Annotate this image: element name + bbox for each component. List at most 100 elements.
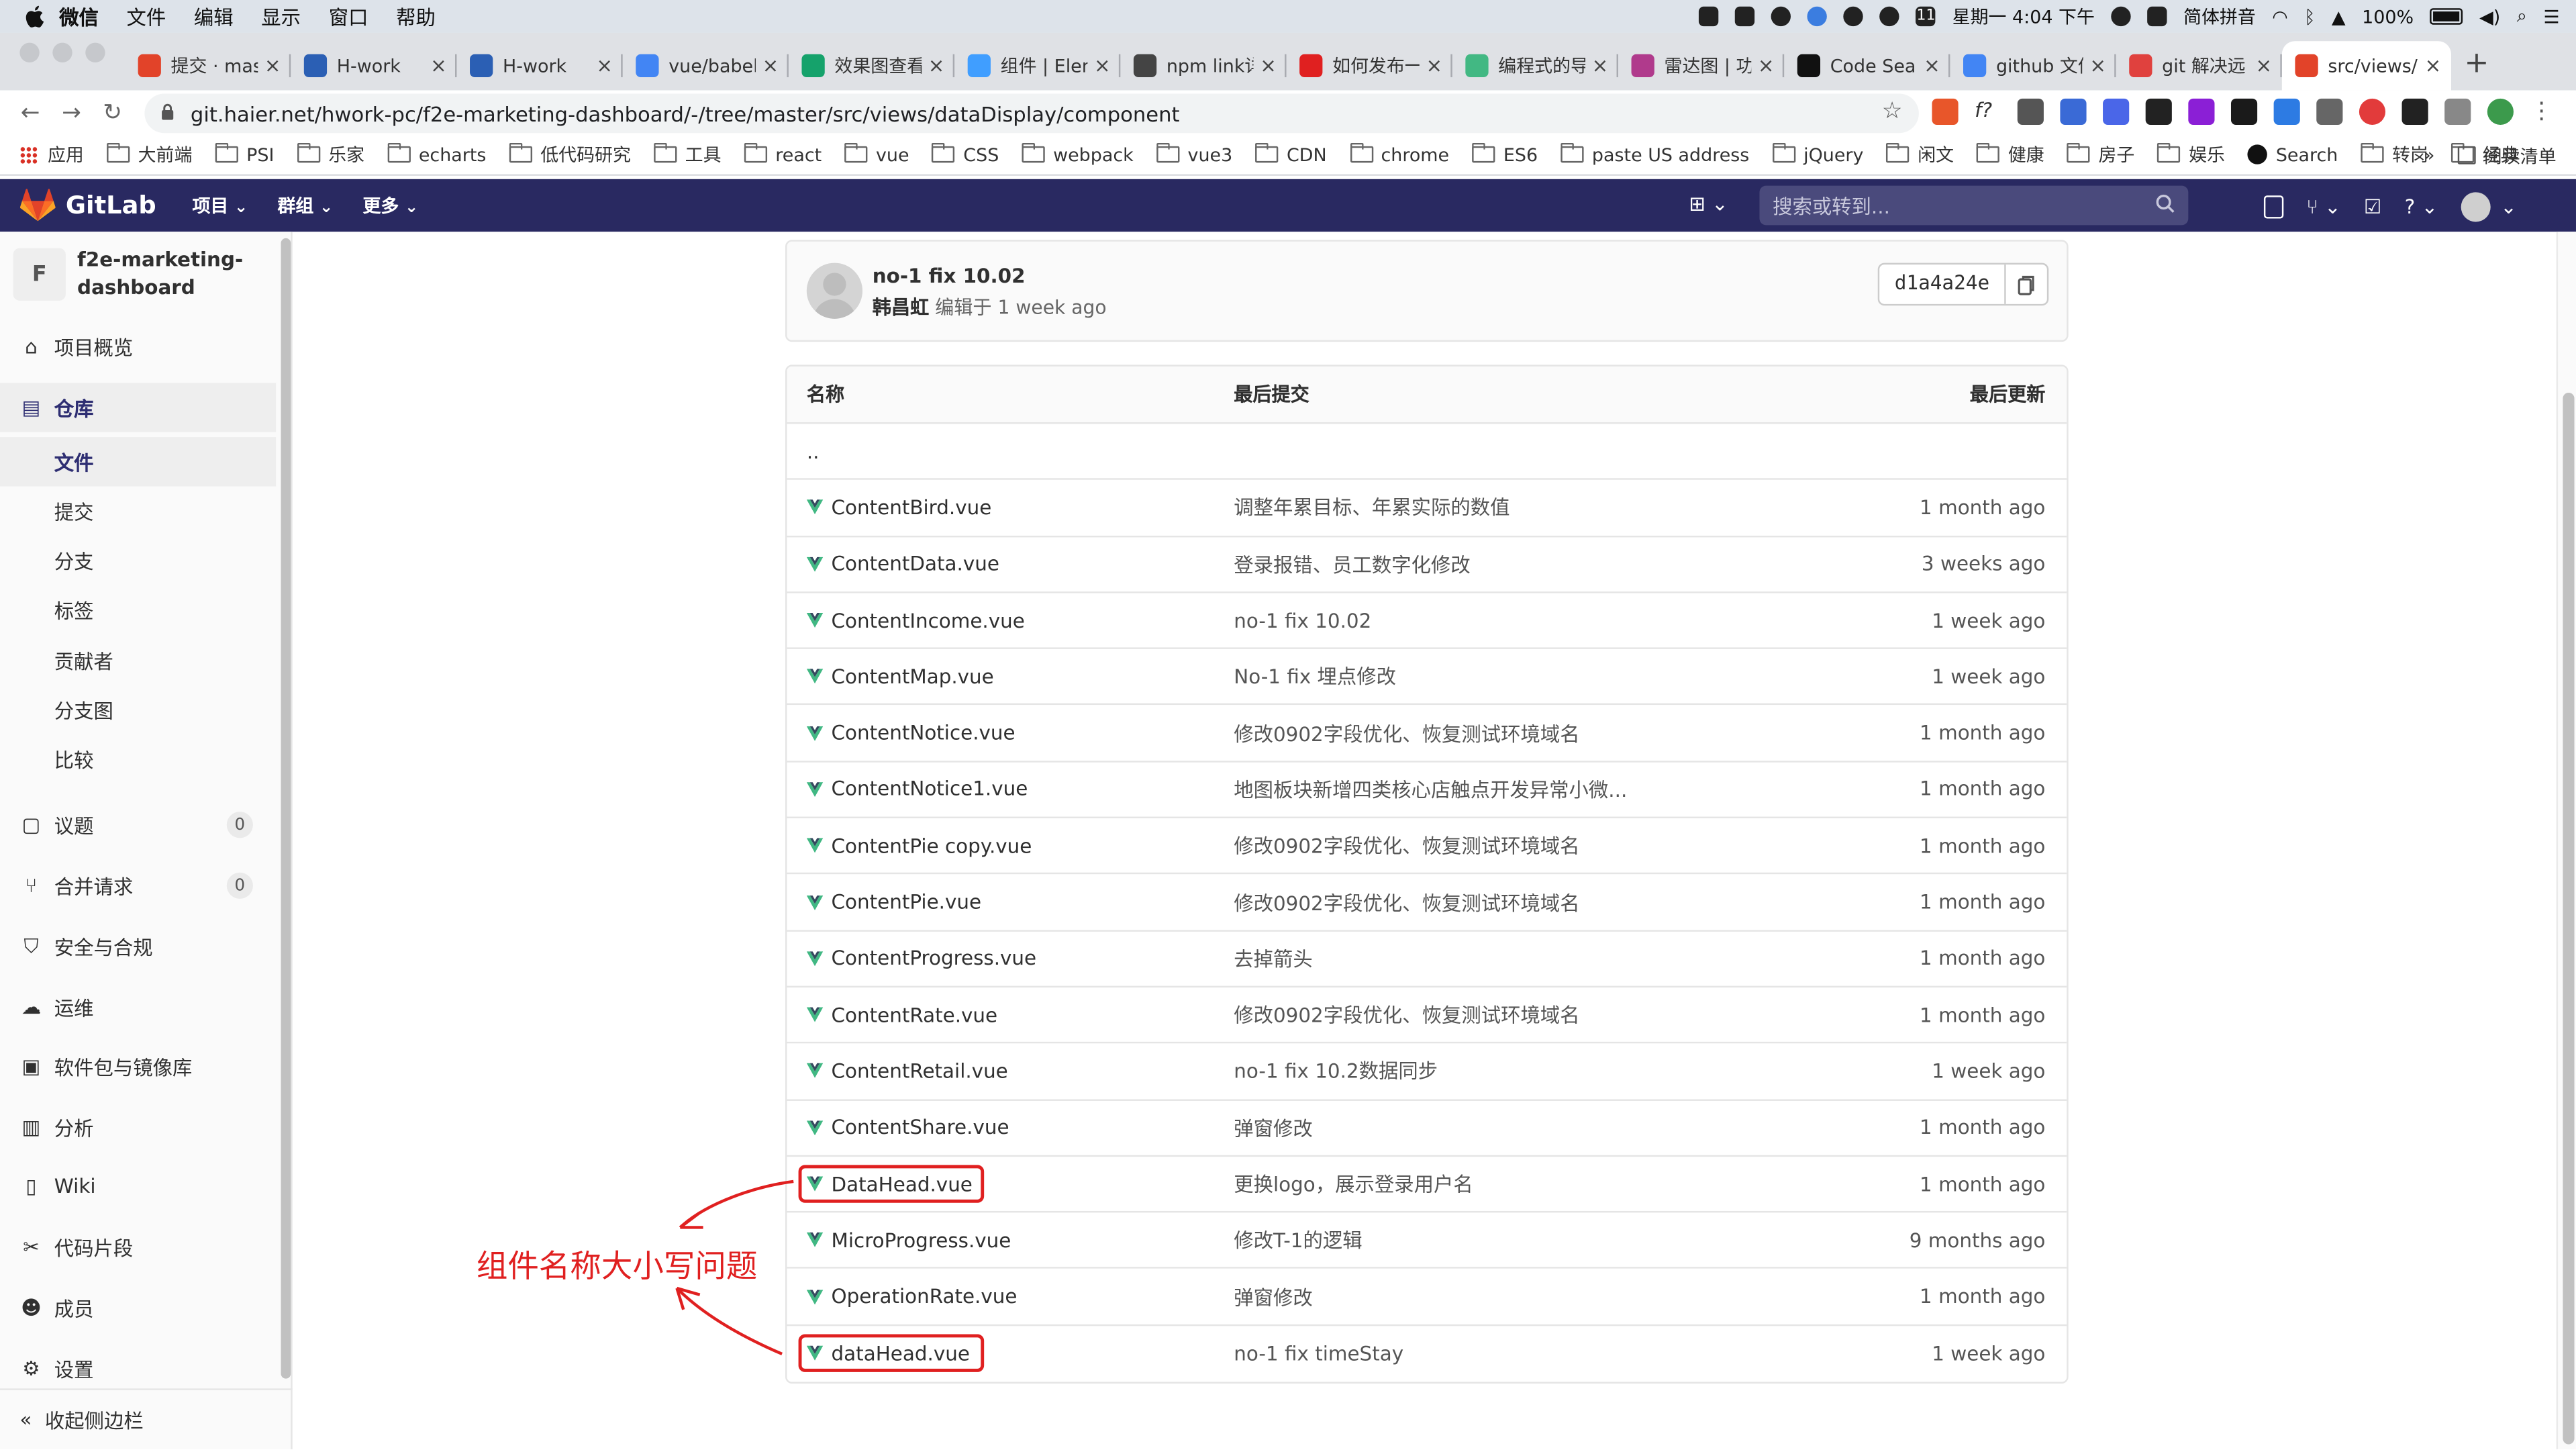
new-item-plus-icon[interactable]: ⊞ ⌄	[1689, 192, 1728, 215]
apple-icon[interactable]	[23, 5, 46, 28]
browser-tab[interactable]: 效果图查看 ×	[789, 41, 955, 90]
close-tab-icon[interactable]: ×	[1592, 54, 1609, 77]
new-tab-button[interactable]: +	[2465, 46, 2489, 81]
extension-icon[interactable]	[2103, 98, 2130, 126]
user-menu[interactable]: ⌄	[2461, 192, 2517, 222]
file-name-link[interactable]: ContentIncome.vue	[832, 609, 1025, 632]
table-row[interactable]: ContentRetail.vue no-1 fix 10.2数据同步 1 week…	[787, 1044, 2067, 1100]
todos-nav-icon[interactable]: ☑	[2364, 195, 2381, 218]
file-name-cell[interactable]: ContentShare.vue	[806, 1116, 1009, 1139]
sidebar-project-header[interactable]: F f2e-marketing- dashboard	[13, 248, 243, 303]
file-name-cell[interactable]: ContentProgress.vue	[806, 947, 1036, 970]
table-row[interactable]: ContentNotice.vue 修改0902字段优化、恢复测试环境域名 1 mo…	[787, 706, 2067, 763]
sidebar-item[interactable]: 贡献者	[0, 636, 276, 685]
bookmark-item[interactable]: vue3	[1156, 142, 1232, 165]
file-name-cell[interactable]: ContentNotice1.vue	[806, 778, 1028, 801]
table-row[interactable]: ContentRate.vue 修改0902字段优化、恢复测试环境域名 1 mont…	[787, 987, 2067, 1044]
status-app-icon[interactable]	[1699, 6, 1720, 27]
close-tab-icon[interactable]: ×	[1426, 54, 1442, 77]
menu-file[interactable]: 文件	[127, 3, 166, 31]
bookmark-item[interactable]: 闲文	[1886, 142, 1954, 168]
status-app-icon[interactable]	[1880, 6, 1900, 27]
commit-title[interactable]: no-1 fix 10.02	[873, 264, 1026, 287]
file-name-link[interactable]: ContentNotice1.vue	[832, 778, 1028, 801]
bookmarks-overflow[interactable]: »	[2424, 144, 2434, 166]
commit-author[interactable]: 韩昌虹	[873, 296, 929, 319]
airplay-icon[interactable]: ▲	[2332, 6, 2346, 28]
copy-sha-button[interactable]	[2006, 264, 2047, 304]
last-commit-link[interactable]: No-1 fix 埋点修改	[1234, 663, 1396, 691]
more-vert-icon[interactable]: ⋮	[2530, 99, 2553, 125]
file-name-cell[interactable]: ContentPie.vue	[806, 891, 981, 914]
browser-tab[interactable]: 如何发布一 ×	[1287, 41, 1452, 90]
browser-tab[interactable]: 提交 · mas ×	[125, 41, 291, 90]
status-app-icon[interactable]	[1807, 6, 1828, 27]
control-center-icon[interactable]: ☰	[2543, 6, 2559, 28]
status-app-icon[interactable]	[1735, 6, 1755, 27]
nav-projects-dropdown[interactable]: 项目	[192, 192, 248, 218]
sidebar-item[interactable]: 比较	[0, 734, 276, 783]
browser-tab[interactable]: git 解决远 ×	[2116, 41, 2282, 90]
status-app-icon[interactable]	[1771, 6, 1791, 27]
input-method-label[interactable]: 简体拼音	[2183, 3, 2256, 30]
datetime[interactable]: 星期一 4:04 下午	[1952, 3, 2095, 30]
wechat-icon[interactable]	[2111, 6, 2131, 27]
close-tab-icon[interactable]: ×	[1094, 54, 1111, 77]
issues-nav-icon[interactable]	[2263, 195, 2283, 219]
table-row[interactable]: MicroProgress.vue 修改T-1的逻辑 9 months ago	[787, 1213, 2067, 1269]
commit-author-avatar[interactable]	[806, 262, 863, 319]
menu-edit[interactable]: 编辑	[194, 3, 234, 31]
close-tab-icon[interactable]: ×	[430, 54, 447, 77]
parent-directory-row[interactable]: ..	[787, 424, 2067, 481]
nav-groups-dropdown[interactable]: 群组	[277, 192, 333, 218]
menu-help[interactable]: 帮助	[396, 3, 436, 31]
table-row[interactable]: ContentPie.vue 修改0902字段优化、恢复测试环境域名 1 month…	[787, 875, 2067, 932]
bluetooth-icon[interactable]: ᛒ	[2304, 6, 2315, 28]
last-commit-link[interactable]: 弹窗修改	[1234, 1283, 1313, 1311]
table-row[interactable]: ContentBird.vue 调整年累目标、年累实际的数值 1 month ago	[787, 480, 2067, 537]
bookmark-item[interactable]: CSS	[932, 142, 999, 165]
last-commit-link[interactable]: 弹窗修改	[1234, 1114, 1313, 1142]
bookmark-item[interactable]: 乐家	[297, 142, 364, 168]
bookmark-item[interactable]: ES6	[1472, 142, 1538, 165]
bookmark-star-icon[interactable]: ☆	[1882, 99, 1903, 125]
bookmark-item[interactable]: jQuery	[1772, 142, 1863, 165]
table-row[interactable]: DataHead.vue 更换logo，展示登录用户名 1 month ago	[787, 1157, 2067, 1213]
bookmark-item[interactable]: Search	[2248, 144, 2338, 165]
sidebar-item[interactable]: 标签	[0, 585, 276, 634]
battery-icon[interactable]	[2430, 8, 2463, 25]
table-row[interactable]: ContentNotice1.vue 地图板块新增四类核心店触点开发异常小微...…	[787, 762, 2067, 819]
extension-icon[interactable]	[2017, 98, 2044, 126]
sidebar-item[interactable]: ⛉ 安全与合规	[0, 922, 276, 971]
file-name-link[interactable]: ContentNotice.vue	[832, 722, 1015, 744]
sidebar-item[interactable]: ▢ 议题 0	[0, 800, 276, 849]
last-commit-link[interactable]: 修改0902字段优化、恢复测试环境域名	[1234, 888, 1579, 916]
nav-more-dropdown[interactable]: 更多	[362, 192, 418, 218]
extension-icon[interactable]	[2401, 98, 2428, 126]
last-commit-link[interactable]: 修改0902字段优化、恢复测试环境域名	[1234, 719, 1579, 747]
extension-icon[interactable]	[2060, 98, 2087, 126]
browser-tab[interactable]: H-work ×	[291, 41, 457, 90]
file-name-cell[interactable]: ContentIncome.vue	[806, 609, 1025, 632]
back-arrow-icon[interactable]: ←	[10, 99, 51, 126]
bookmark-item[interactable]: 工具	[654, 142, 722, 168]
file-name-cell[interactable]: ContentData.vue	[806, 552, 999, 575]
table-row[interactable]: ContentPie copy.vue 修改0902字段优化、恢复测试环境域名 1 …	[787, 818, 2067, 875]
table-row[interactable]: OperationRate.vue 弹窗修改 1 month ago	[787, 1269, 2067, 1326]
file-name-link[interactable]: ContentData.vue	[832, 552, 999, 575]
commit-sha-button[interactable]: d1a4a24e	[1880, 264, 2006, 304]
close-window-button[interactable]	[19, 42, 40, 62]
extension-icon[interactable]	[2273, 98, 2300, 126]
last-commit-link[interactable]: 更换logo，展示登录用户名	[1234, 1170, 1473, 1198]
sidebar-item[interactable]: ▣ 软件包与镜像库	[0, 1042, 276, 1091]
sidebar-item[interactable]: 分支图	[0, 685, 276, 734]
bookmark-item[interactable]: PSI	[215, 142, 274, 165]
sidebar-item[interactable]: ▥ 分析	[0, 1102, 276, 1151]
merge-requests-nav-icon[interactable]: ⑂ ⌄	[2306, 195, 2341, 218]
sidebar-item[interactable]: 文件	[0, 437, 277, 487]
gitlab-home-link[interactable]: GitLab	[19, 189, 156, 222]
table-row[interactable]: ContentData.vue 登录报错、员工数字化修改 3 weeks ago	[787, 536, 2067, 593]
sidebar-item[interactable]: ☻ 成员	[0, 1284, 276, 1333]
browser-tab[interactable]: npm link详 ×	[1120, 41, 1287, 90]
file-name-link[interactable]: ContentBird.vue	[832, 496, 992, 519]
